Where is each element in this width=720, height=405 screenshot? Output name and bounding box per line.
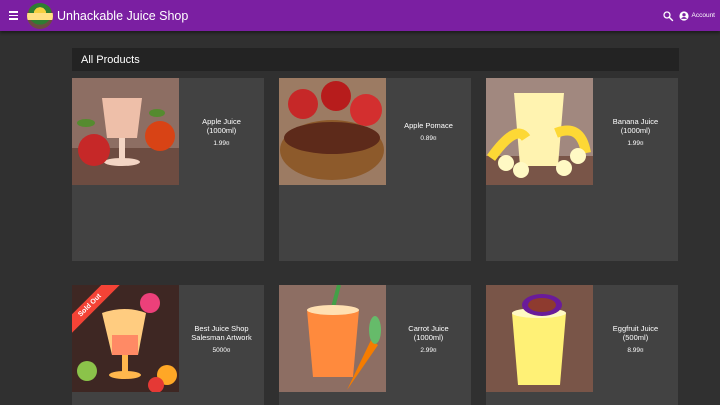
product-image: Sold Out (72, 285, 179, 392)
account-button[interactable]: Account (678, 10, 716, 21)
product-price: 1.99¤ (213, 139, 230, 147)
product-name: Apple Pomace (404, 121, 453, 130)
product-card[interactable]: Apple Juice (1000ml) 1.99¤ (72, 78, 264, 261)
product-name: Best Juice Shop Salesman Artwork (191, 323, 252, 342)
product-name: Banana Juice (1000ml) (612, 116, 659, 135)
account-label: Account (691, 12, 716, 19)
product-card[interactable]: Eggfruit Juice (500ml) 8.99¤ (486, 285, 678, 405)
product-image (279, 78, 386, 185)
product-card[interactable]: Apple Pomace 0.89¤ (279, 78, 471, 261)
account-circle-icon (678, 10, 689, 21)
product-image (72, 78, 179, 185)
products-header: All Products (72, 48, 679, 71)
product-price: 0.89¤ (420, 135, 437, 142)
page-title: All Products (81, 53, 140, 66)
product-card[interactable]: Sold Out Best Juice Shop Salesman Artwor… (72, 285, 264, 405)
product-price: 8.99¤ (627, 346, 644, 354)
product-name: Apple Juice (1000ml) (202, 116, 241, 135)
juice-shop-logo[interactable] (27, 2, 53, 29)
menu-icon (9, 11, 18, 13)
product-name: Carrot Juice (1000ml) (408, 323, 449, 342)
product-image (486, 78, 593, 185)
product-image (486, 285, 593, 392)
search-icon[interactable] (662, 10, 674, 22)
top-toolbar: Unhackable Juice Shop Account (0, 0, 720, 31)
menu-button[interactable] (9, 9, 23, 23)
product-image (279, 285, 386, 392)
app-title[interactable]: Unhackable Juice Shop (57, 9, 188, 23)
product-card[interactable]: Carrot Juice (1000ml) 2.99¤ (279, 285, 471, 405)
product-name: Eggfruit Juice (500ml) (612, 323, 659, 342)
product-price: 2.99¤ (420, 346, 437, 354)
product-price: 5000¤ (212, 346, 231, 354)
product-card[interactable]: Banana Juice (1000ml) 1.99¤ (486, 78, 678, 261)
product-price: 1.99¤ (627, 139, 644, 147)
